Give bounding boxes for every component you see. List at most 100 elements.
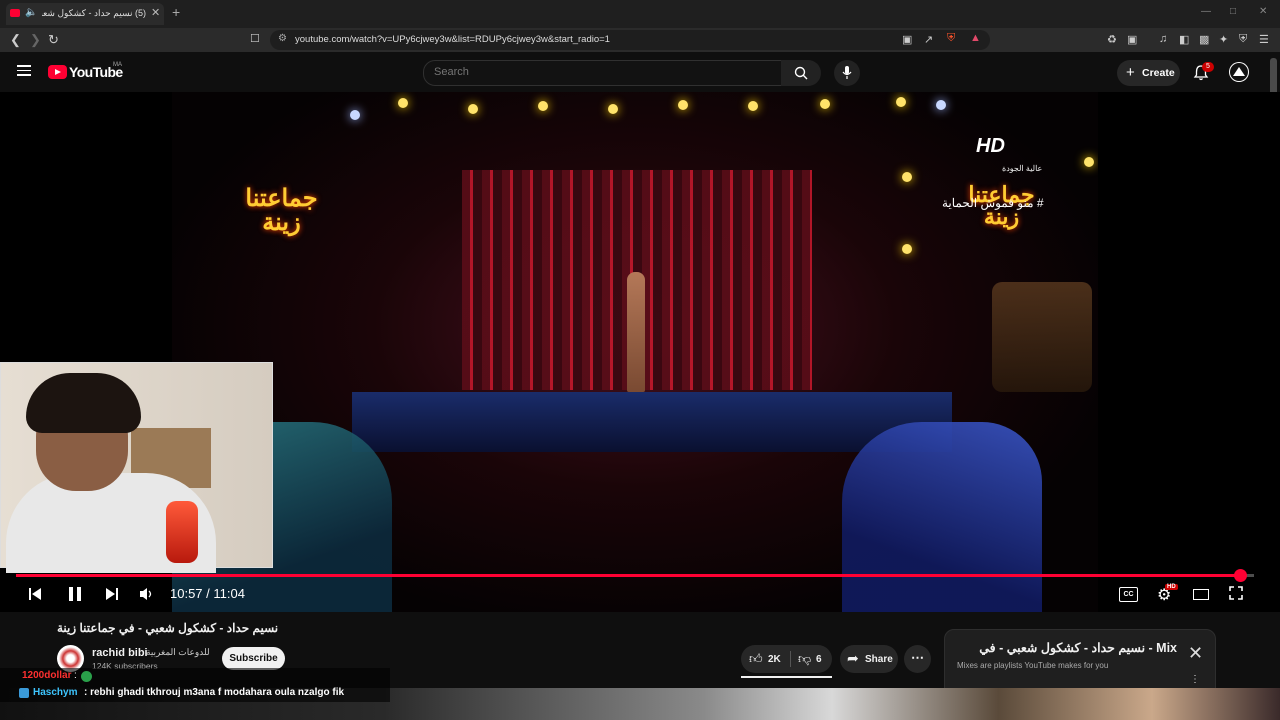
stage-light-icon: [608, 104, 618, 114]
pause-icon[interactable]: [67, 587, 83, 601]
menu-icon[interactable]: ☰: [1259, 33, 1269, 46]
bookmark-icon[interactable]: ☐: [250, 32, 260, 45]
mix-title[interactable]: Mix - نسيم حداد - كشكول شعبي - في: [957, 640, 1177, 655]
browser-tab[interactable]: 🔈 (5) نسيم حداد - كشكول شعبي ✕: [6, 3, 164, 25]
search-button[interactable]: [781, 60, 821, 86]
stage-light-icon: [902, 244, 912, 254]
audience-right: [842, 422, 1042, 612]
media-icon[interactable]: ♫: [1159, 33, 1167, 45]
wallet-icon[interactable]: ▩: [1199, 33, 1209, 46]
share-button[interactable]: ➦ Share: [840, 645, 898, 673]
channel-tagline: للدوعات المغربية: [146, 647, 210, 657]
chat-username: 1200dollar: [22, 670, 72, 681]
youtube-logo-icon[interactable]: [48, 65, 67, 79]
extensions-icon[interactable]: ♻: [1107, 33, 1117, 46]
webcam-overlay: [0, 362, 273, 573]
theater-mode-icon[interactable]: [1193, 589, 1209, 600]
back-icon[interactable]: ❮: [10, 32, 21, 48]
chat-separator: :: [74, 670, 77, 681]
hamburger-menu-icon[interactable]: [17, 65, 31, 76]
stage-light-icon: [678, 100, 688, 110]
site-info-icon[interactable]: ⚙: [278, 33, 287, 44]
webcam-microphone: [166, 501, 198, 563]
volume-icon[interactable]: [139, 586, 155, 602]
kebab-menu-icon[interactable]: ⋮: [1190, 674, 1200, 685]
fullscreen-icon[interactable]: [1229, 586, 1243, 600]
stage-light-icon: [538, 101, 548, 111]
maximize-icon[interactable]: □: [1230, 6, 1236, 17]
reload-icon[interactable]: ↻: [48, 32, 59, 48]
time-display: 10:57 / 11:04: [170, 586, 245, 601]
search-input[interactable]: [434, 66, 764, 78]
window-close-icon[interactable]: ✕: [1259, 6, 1267, 17]
url-text[interactable]: youtube.com/watch?v=UPy6cjwey3w&list=RDU…: [295, 34, 610, 45]
avatar-emblem-icon: [1230, 63, 1248, 81]
voice-search-button[interactable]: [834, 60, 860, 86]
search-box[interactable]: [423, 60, 782, 86]
stage-light-icon: [398, 98, 408, 108]
stage-light-icon: [748, 101, 758, 111]
progress-bar[interactable]: [16, 569, 1254, 582]
forward-icon[interactable]: ❯: [30, 32, 41, 48]
share-label: Share: [865, 654, 893, 665]
dislike-count[interactable]: 6: [816, 654, 822, 665]
youtube-favicon-icon: [10, 9, 20, 17]
mix-subtitle: Mixes are playlists YouTube makes for yo…: [957, 661, 1109, 670]
close-icon[interactable]: ✕: [1188, 643, 1203, 664]
progress-played: [16, 574, 1241, 577]
show-logo-left: جماعتنا زينة: [245, 185, 318, 236]
youtube-header: YouTube MA + Create 5: [0, 52, 1280, 92]
create-button[interactable]: + Create: [1117, 60, 1180, 86]
quality-badge: HD: [1165, 584, 1178, 590]
more-actions-button[interactable]: ⋯: [904, 645, 931, 673]
leo-ai-icon[interactable]: ✦: [1219, 33, 1228, 46]
like-underline: [741, 676, 832, 678]
chat-text: : rebhi ghadi tkhrouj m3ana f modahara o…: [84, 687, 345, 698]
drum-kit: [992, 282, 1092, 392]
video-player[interactable]: جماعتنا زينة جماعتنا زينة HD عالية الجود…: [0, 92, 1280, 612]
channel-name[interactable]: rachid bibi: [92, 647, 148, 659]
browser-tab-bar: 🔈 (5) نسيم حداد - كشكول شعبي ✕ + — □ ✕: [0, 0, 1280, 28]
chat-message: Haschym : rebhi ghadi tkhrouj m3ana f mo…: [0, 685, 390, 702]
screenshot-icon[interactable]: ▣: [1127, 33, 1137, 46]
sidebar-icon[interactable]: ◧: [1179, 33, 1189, 46]
broadcaster-subtitle: عالية الجودة: [1002, 164, 1043, 173]
minimize-icon[interactable]: —: [1201, 6, 1211, 17]
brave-rewards-icon[interactable]: ▲: [970, 32, 981, 44]
subscribe-button[interactable]: Subscribe: [222, 647, 285, 670]
microphone-icon: [842, 66, 852, 79]
chat-message: 1200dollar :: [0, 668, 390, 685]
next-video-icon[interactable]: [105, 587, 119, 601]
thumbs-down-icon[interactable]: 👎︎: [798, 651, 811, 667]
new-tab-icon[interactable]: +: [172, 4, 180, 20]
browser-toolbar: ❮ ❯ ↻ ☐ ⚙ youtube.com/watch?v=UPy6cjwey3…: [0, 28, 1280, 52]
address-bar[interactable]: ⚙ youtube.com/watch?v=UPy6cjwey3w&list=R…: [270, 30, 990, 50]
country-code: MA: [113, 62, 122, 68]
share-page-icon[interactable]: ↗: [924, 33, 933, 46]
tab-close-icon[interactable]: ✕: [151, 6, 160, 19]
thumbs-up-icon[interactable]: 👍︎: [749, 651, 763, 667]
video-frame[interactable]: جماعتنا زينة جماعتنا زينة HD عالية الجود…: [172, 92, 1098, 612]
progress-scrubber[interactable]: [1234, 569, 1248, 582]
like-dislike-group: 👍︎ 2K 👎︎ 6: [741, 645, 832, 673]
subtitles-button[interactable]: CC: [1119, 587, 1138, 602]
share-arrow-icon: ➦: [847, 650, 859, 666]
stage-light-icon: [896, 97, 906, 107]
like-count[interactable]: 2K: [768, 654, 781, 665]
create-label: Create: [1142, 67, 1175, 79]
chat-badge-icon: [81, 671, 92, 682]
singer-figure: [627, 272, 645, 392]
vpn-icon[interactable]: ⛨: [1239, 33, 1247, 46]
chat-username: Haschym: [33, 687, 78, 698]
stage-floor: [352, 392, 952, 452]
like-divider: [790, 651, 791, 667]
brave-shield-icon[interactable]: ⛨: [947, 32, 955, 45]
stage-light-icon: [936, 100, 946, 110]
search-icon: [794, 66, 808, 80]
video-title: نسيم حداد - كشكول شعبي - في جماعتنا زينة: [57, 621, 279, 635]
stage-light-icon: [468, 104, 478, 114]
previous-video-icon[interactable]: [28, 587, 42, 601]
account-avatar[interactable]: [1229, 62, 1249, 82]
audio-playing-icon[interactable]: 🔈: [25, 7, 37, 18]
cast-icon[interactable]: ▣: [902, 33, 912, 46]
